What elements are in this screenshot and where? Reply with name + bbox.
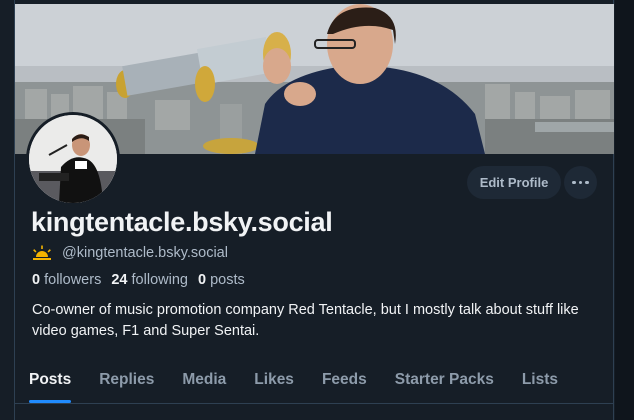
- avatar[interactable]: [26, 112, 120, 206]
- profile-stats: 0 followers 24 following 0 posts: [32, 272, 245, 288]
- tab-likes[interactable]: Likes: [254, 362, 294, 402]
- tab-label: Likes: [254, 371, 294, 388]
- profile-bio: Co-owner of music promotion company Red …: [32, 302, 579, 339]
- followers-label: followers: [44, 272, 102, 288]
- posts-label: posts: [210, 272, 245, 288]
- more-options-button[interactable]: [564, 166, 597, 199]
- profile-column: Edit Profile kingtentacle.bsky.social @k…: [14, 0, 614, 420]
- posts-stat: 0 posts: [198, 272, 245, 288]
- followers-link[interactable]: 0 followers: [32, 272, 101, 288]
- edit-profile-button[interactable]: Edit Profile: [467, 166, 561, 199]
- handle: @kingtentacle.bsky.social: [62, 245, 228, 261]
- tabs-divider: [15, 403, 614, 404]
- followers-count: 0: [32, 272, 41, 288]
- tab-lists[interactable]: Lists: [522, 362, 558, 402]
- tab-label: Feeds: [321, 371, 367, 388]
- profile-tabs: Posts Replies Media Likes Feeds Starter …: [15, 362, 614, 403]
- following-count: 24: [111, 272, 128, 288]
- ellipsis-icon: [572, 180, 576, 185]
- tab-label: Media: [182, 371, 227, 388]
- sunrise-emoji-icon: [33, 245, 51, 260]
- tab-media[interactable]: Media: [182, 362, 226, 402]
- following-label: following: [131, 272, 188, 288]
- left-gutter: [0, 0, 14, 420]
- handle-row: @kingtentacle.bsky.social: [32, 245, 228, 261]
- display-name: kingtentacle.bsky.social: [31, 207, 333, 237]
- tab-label: Posts: [29, 371, 72, 388]
- right-gutter: [615, 0, 634, 420]
- tab-posts[interactable]: Posts: [29, 362, 72, 403]
- tab-label: Lists: [521, 371, 559, 388]
- avatar-image: [29, 115, 117, 203]
- posts-count: 0: [197, 272, 207, 288]
- tab-feeds[interactable]: Feeds: [322, 362, 367, 402]
- following-link[interactable]: 24 following: [111, 272, 188, 288]
- tab-starter-packs[interactable]: Starter Packs: [395, 362, 494, 402]
- tab-label: Starter Packs: [394, 371, 494, 388]
- tab-label: Replies: [99, 371, 155, 388]
- tab-replies[interactable]: Replies: [99, 362, 154, 402]
